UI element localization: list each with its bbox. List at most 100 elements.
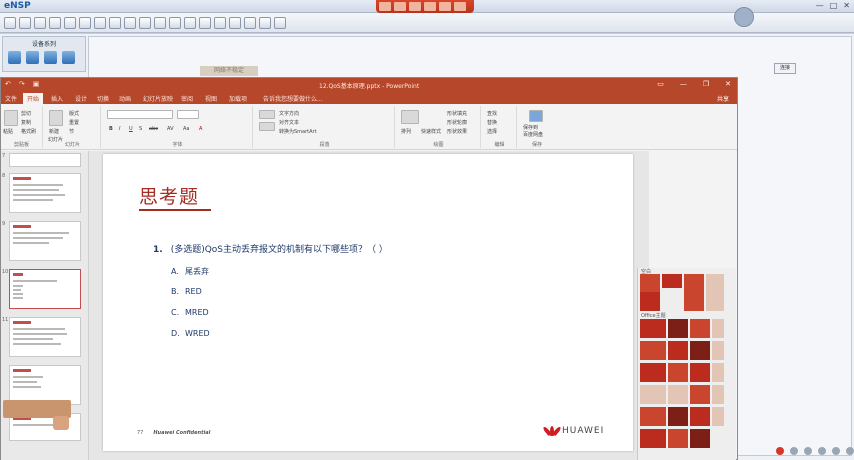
tab-view[interactable]: 视图 [205,94,217,103]
reset-button[interactable]: 重置 [69,119,79,126]
replace-button[interactable]: 替换 [487,119,497,126]
tab-animations[interactable]: 动画 [119,94,131,103]
start-icon[interactable] [184,16,196,29]
theme-tile[interactable] [690,319,710,338]
minimize-button[interactable]: — [816,1,824,10]
theme-tile[interactable] [684,274,704,293]
copy-button[interactable]: 复制 [21,119,31,126]
paste-button[interactable]: 粘贴 [3,128,13,135]
tray-icon[interactable] [846,447,854,455]
tab-file[interactable]: 文件 [5,94,17,103]
theme-tile[interactable] [640,274,660,293]
tab-review[interactable]: 审阅 [181,94,193,103]
slide-thumbnail[interactable] [9,173,81,213]
select-button[interactable]: 选择 [487,128,497,135]
rect-icon[interactable] [154,16,166,29]
new-icon[interactable] [4,16,16,29]
wlan-icon[interactable] [44,51,57,64]
bullets-icon[interactable] [259,110,275,119]
theme-tile[interactable] [640,319,666,338]
shadow-button[interactable]: S [139,126,142,132]
ribbon-display-button[interactable]: ▭ [657,80,664,88]
share-button[interactable]: 共享 [717,94,729,103]
cli-icon[interactable] [229,16,241,29]
char-spacing-button[interactable]: AV [167,126,174,132]
slide-thumbnail[interactable] [9,153,81,167]
grid-icon[interactable] [259,16,271,29]
theme-tile[interactable] [662,274,682,288]
theme-tile[interactable] [690,363,710,382]
theme-tile[interactable] [668,407,688,426]
font-name-select[interactable] [107,110,173,119]
format-painter-button[interactable]: 格式刷 [21,128,36,135]
cloud-icon[interactable] [529,110,543,122]
shape-effects-button[interactable]: 形状效果 [447,128,467,135]
slide-thumbnail[interactable] [9,221,81,261]
tab-transitions[interactable]: 切换 [97,94,109,103]
question-text[interactable]: 1. (多选题)QoS主动丢弃报文的机制有以下哪些项？（ ） [153,242,388,255]
theme-tile[interactable] [640,363,666,382]
theme-tile[interactable] [712,385,724,404]
ellipse-icon[interactable] [169,16,181,29]
tab-addins[interactable]: 加载项 [229,94,247,103]
theme-tile[interactable] [690,385,710,404]
font-size-select[interactable] [177,110,199,119]
underline-button[interactable]: U [129,126,133,132]
tell-me-box[interactable]: 告诉我您想要做什么... [263,94,323,103]
popup-overlay-icon[interactable] [53,416,69,430]
cut-button[interactable]: 剪切 [21,110,31,117]
connect-button[interactable]: 连接 [774,63,796,74]
tray-icon[interactable] [804,447,812,455]
menu-icon[interactable] [454,2,466,11]
settings-icon[interactable] [274,16,286,29]
topology-icon[interactable] [244,16,256,29]
close-button[interactable]: ✕ [725,80,731,88]
theme-tile[interactable] [640,429,666,448]
ensp-menu-strip[interactable] [376,0,474,13]
smartart-button[interactable]: 转换为SmartArt [279,128,317,135]
layout-button[interactable]: 版式 [69,110,79,117]
theme-tile[interactable] [668,385,688,404]
slide-editor[interactable]: 思考题 1. (多选题)QoS主动丢弃报文的机制有以下哪些项？（ ） A. 尾丢弃 … [89,151,649,460]
text-direction-button[interactable]: 文字方向 [279,110,299,117]
new-slide-button[interactable]: 新建 [49,128,59,135]
theme-tile[interactable] [668,341,688,360]
align-text-button[interactable]: 对齐文本 [279,119,299,126]
font-color-button[interactable]: A [199,126,202,132]
delete-icon[interactable] [124,16,136,29]
theme-tile[interactable] [706,292,724,311]
bold-button[interactable]: B [109,126,113,132]
theme-tile[interactable] [640,341,666,360]
italic-button[interactable]: I [119,126,120,132]
router-icon[interactable] [8,51,21,64]
theme-tile[interactable] [640,407,666,426]
new-slide-icon[interactable] [49,110,63,126]
current-slide[interactable]: 思考题 1. (多选题)QoS主动丢弃报文的机制有以下哪些项？（ ） A. 尾丢弃 … [103,154,633,451]
quick-styles-button[interactable]: 快速样式 [421,128,441,135]
theme-tile[interactable] [668,363,688,382]
section-button[interactable]: 节 [69,128,74,135]
text-icon[interactable] [139,16,151,29]
strikethrough-button[interactable]: abc [149,126,158,132]
shapes-icon[interactable] [401,110,419,124]
undo-icon[interactable] [64,16,76,29]
theme-tile[interactable] [712,341,724,360]
move-icon[interactable] [109,16,121,29]
option-b[interactable]: B. RED [171,287,202,296]
present-icon[interactable]: ▣ [33,80,40,88]
close-button[interactable]: ✕ [843,1,850,10]
slide-title[interactable]: 思考题 [139,182,199,209]
theme-tile[interactable] [640,292,660,311]
theme-tile[interactable] [712,363,724,382]
align-icon[interactable] [259,122,275,131]
slide-thumbnail[interactable] [9,365,81,405]
avatar[interactable] [734,7,754,27]
stop-icon[interactable] [199,16,211,29]
tab-slideshow[interactable]: 幻灯片放映 [143,94,173,103]
redo-icon[interactable] [79,16,91,29]
sogou-icon[interactable] [776,447,784,455]
open-icon[interactable] [19,16,31,29]
undo-icon[interactable]: ↶ [5,80,11,88]
theme-tile[interactable] [706,274,724,293]
menu-icon[interactable] [409,2,421,11]
